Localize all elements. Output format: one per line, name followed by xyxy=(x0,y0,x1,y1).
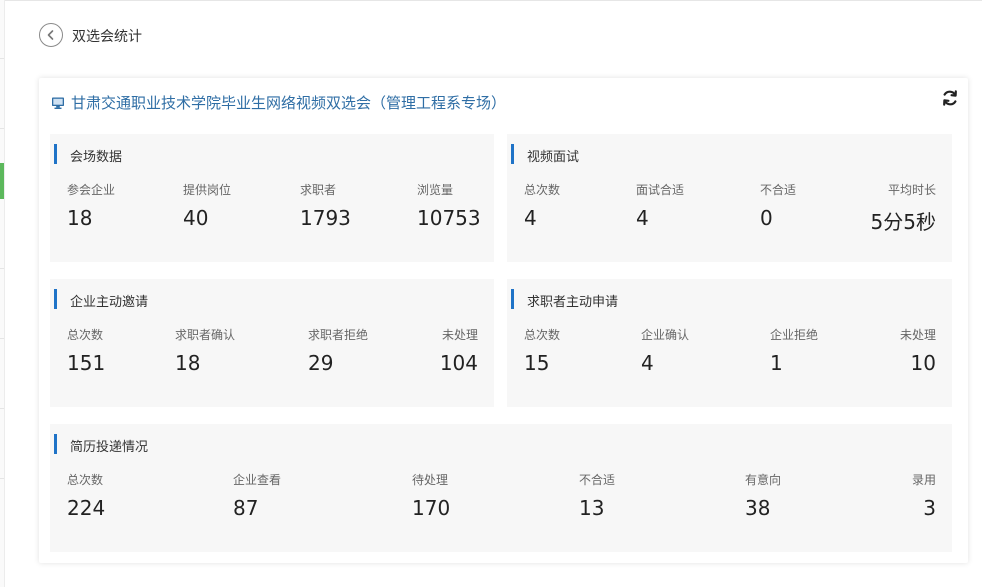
stat-label: 未处理 xyxy=(441,328,478,342)
stat-unprocessed: 未处理 10 xyxy=(900,326,936,375)
stat-label: 平均时长 xyxy=(887,183,936,197)
stats-card: 甘肃交通职业技术学院毕业生网络视频双选会（管理工程系专场） 会场数据 参会企业 … xyxy=(39,78,968,563)
stat-total: 总次数 4 xyxy=(524,181,560,230)
stat-value: 18 xyxy=(175,351,201,375)
chevron-left-circle-icon xyxy=(47,30,54,40)
back-button[interactable] xyxy=(39,23,63,47)
stat-value: 4 xyxy=(641,351,654,375)
stat-label: 总次数 xyxy=(67,473,104,487)
stat-label: 总次数 xyxy=(524,328,561,342)
stat-label: 浏览量 xyxy=(417,183,454,197)
nav-divider xyxy=(0,268,4,269)
nav-active-indicator[interactable] xyxy=(0,163,4,199)
stat-label: 面试合适 xyxy=(636,183,685,197)
refresh-icon[interactable] xyxy=(940,88,960,108)
stat-value: 0 xyxy=(760,206,773,230)
stat-value: 18 xyxy=(67,206,93,230)
page: 双选会统计 甘肃交通职业技术学院毕业生网络视频双选会（管理工程系专场） 会场数据… xyxy=(5,0,982,587)
section-accent-bar xyxy=(54,434,57,454)
seeker-apply-panel: 求职者主动申请 总次数 15 企业确认 4 企业拒绝 1 未处理 10 xyxy=(507,279,952,407)
stat-label: 待处理 xyxy=(412,473,449,487)
stat-label: 求职者确认 xyxy=(175,328,236,342)
stat-value: 40 xyxy=(183,206,209,230)
stat-value: 4 xyxy=(524,206,537,230)
stat-company-confirmed: 企业确认 4 xyxy=(641,326,689,375)
stat-label: 总次数 xyxy=(524,183,561,197)
stat-label: 不合适 xyxy=(760,183,797,197)
stat-label: 总次数 xyxy=(67,328,104,342)
stat-total: 总次数 15 xyxy=(524,326,560,375)
stat-label: 未处理 xyxy=(899,328,936,342)
stat-value: 10 xyxy=(910,351,936,375)
stat-value: 151 xyxy=(67,351,106,375)
stat-label: 求职者拒绝 xyxy=(308,328,369,342)
stat-unsuitable: 不合适 0 xyxy=(760,181,796,230)
section-accent-bar xyxy=(54,289,57,309)
stat-value: 38 xyxy=(745,496,771,520)
top-divider xyxy=(5,0,982,1)
stat-suitable: 面试合适 4 xyxy=(636,181,684,230)
stat-label: 录用 xyxy=(911,473,936,487)
page-title: 双选会统计 xyxy=(72,29,142,45)
stat-value: 5分5秒 xyxy=(870,210,936,234)
section-title: 会场数据 xyxy=(70,150,123,165)
section-accent-bar xyxy=(511,289,514,309)
section-accent-bar xyxy=(54,144,57,164)
stat-average-duration: 平均时长 5分5秒 xyxy=(871,181,936,235)
stat-positions: 提供岗位 40 xyxy=(183,181,231,230)
section-title: 企业主动邀请 xyxy=(70,295,149,310)
stat-value: 29 xyxy=(308,351,334,375)
stat-company-viewed: 企业查看 87 xyxy=(233,471,281,520)
stat-label: 有意向 xyxy=(745,473,782,487)
stat-value: 1 xyxy=(770,351,783,375)
video-interview-panel: 视频面试 总次数 4 面试合适 4 不合适 0 平均时长 5分5秒 xyxy=(507,134,952,262)
nav-divider xyxy=(0,478,4,479)
stat-value: 170 xyxy=(412,496,451,520)
stat-views: 浏览量 10753 xyxy=(417,181,481,230)
stat-pending: 待处理 170 xyxy=(412,471,450,520)
stat-unprocessed: 未处理 104 xyxy=(440,326,478,375)
stat-total: 总次数 151 xyxy=(67,326,105,375)
stat-hired: 录用 3 xyxy=(912,471,936,520)
stat-value: 15 xyxy=(524,351,550,375)
resume-delivery-panel: 简历投递情况 总次数 224 企业查看 87 待处理 170 不合适 13 有意… xyxy=(50,424,952,552)
stat-value: 13 xyxy=(579,496,605,520)
section-title: 求职者主动申请 xyxy=(527,295,619,310)
stat-unsuitable: 不合适 13 xyxy=(579,471,615,520)
section-title: 简历投递情况 xyxy=(70,440,149,455)
venue-stats-panel: 会场数据 参会企业 18 提供岗位 40 求职者 1793 浏览量 10753 xyxy=(50,134,494,262)
stat-label: 不合适 xyxy=(579,473,616,487)
stat-value: 10753 xyxy=(417,206,481,230)
stat-label: 企业查看 xyxy=(233,473,282,487)
stat-value: 4 xyxy=(636,206,649,230)
stat-seeker-rejected: 求职者拒绝 29 xyxy=(308,326,368,375)
section-title: 视频面试 xyxy=(527,150,580,165)
stat-label: 参会企业 xyxy=(67,183,116,197)
section-accent-bar xyxy=(511,144,514,164)
company-invite-panel: 企业主动邀请 总次数 151 求职者确认 18 求职者拒绝 29 未处理 104 xyxy=(50,279,494,407)
stat-value: 224 xyxy=(67,496,106,520)
stat-job-seekers: 求职者 1793 xyxy=(300,181,351,230)
monitor-icon xyxy=(52,97,64,109)
stat-value: 3 xyxy=(923,496,936,520)
stat-label: 企业拒绝 xyxy=(770,328,819,342)
stat-companies: 参会企业 18 xyxy=(67,181,115,230)
stat-company-rejected: 企业拒绝 1 xyxy=(770,326,818,375)
nav-divider xyxy=(0,338,4,339)
stat-value: 87 xyxy=(233,496,259,520)
stat-label: 求职者 xyxy=(300,183,337,197)
event-header: 甘肃交通职业技术学院毕业生网络视频双选会（管理工程系专场） xyxy=(51,92,506,113)
nav-divider xyxy=(0,128,4,129)
stat-seeker-confirmed: 求职者确认 18 xyxy=(175,326,235,375)
stat-label: 企业确认 xyxy=(641,328,690,342)
stat-value: 104 xyxy=(439,351,478,375)
nav-divider xyxy=(0,408,4,409)
stat-interested: 有意向 38 xyxy=(745,471,781,520)
stat-label: 提供岗位 xyxy=(183,183,232,197)
nav-divider xyxy=(0,58,4,59)
stat-value: 1793 xyxy=(300,206,351,230)
event-title[interactable]: 甘肃交通职业技术学院毕业生网络视频双选会（管理工程系专场） xyxy=(71,92,506,113)
stat-total: 总次数 224 xyxy=(67,471,105,520)
